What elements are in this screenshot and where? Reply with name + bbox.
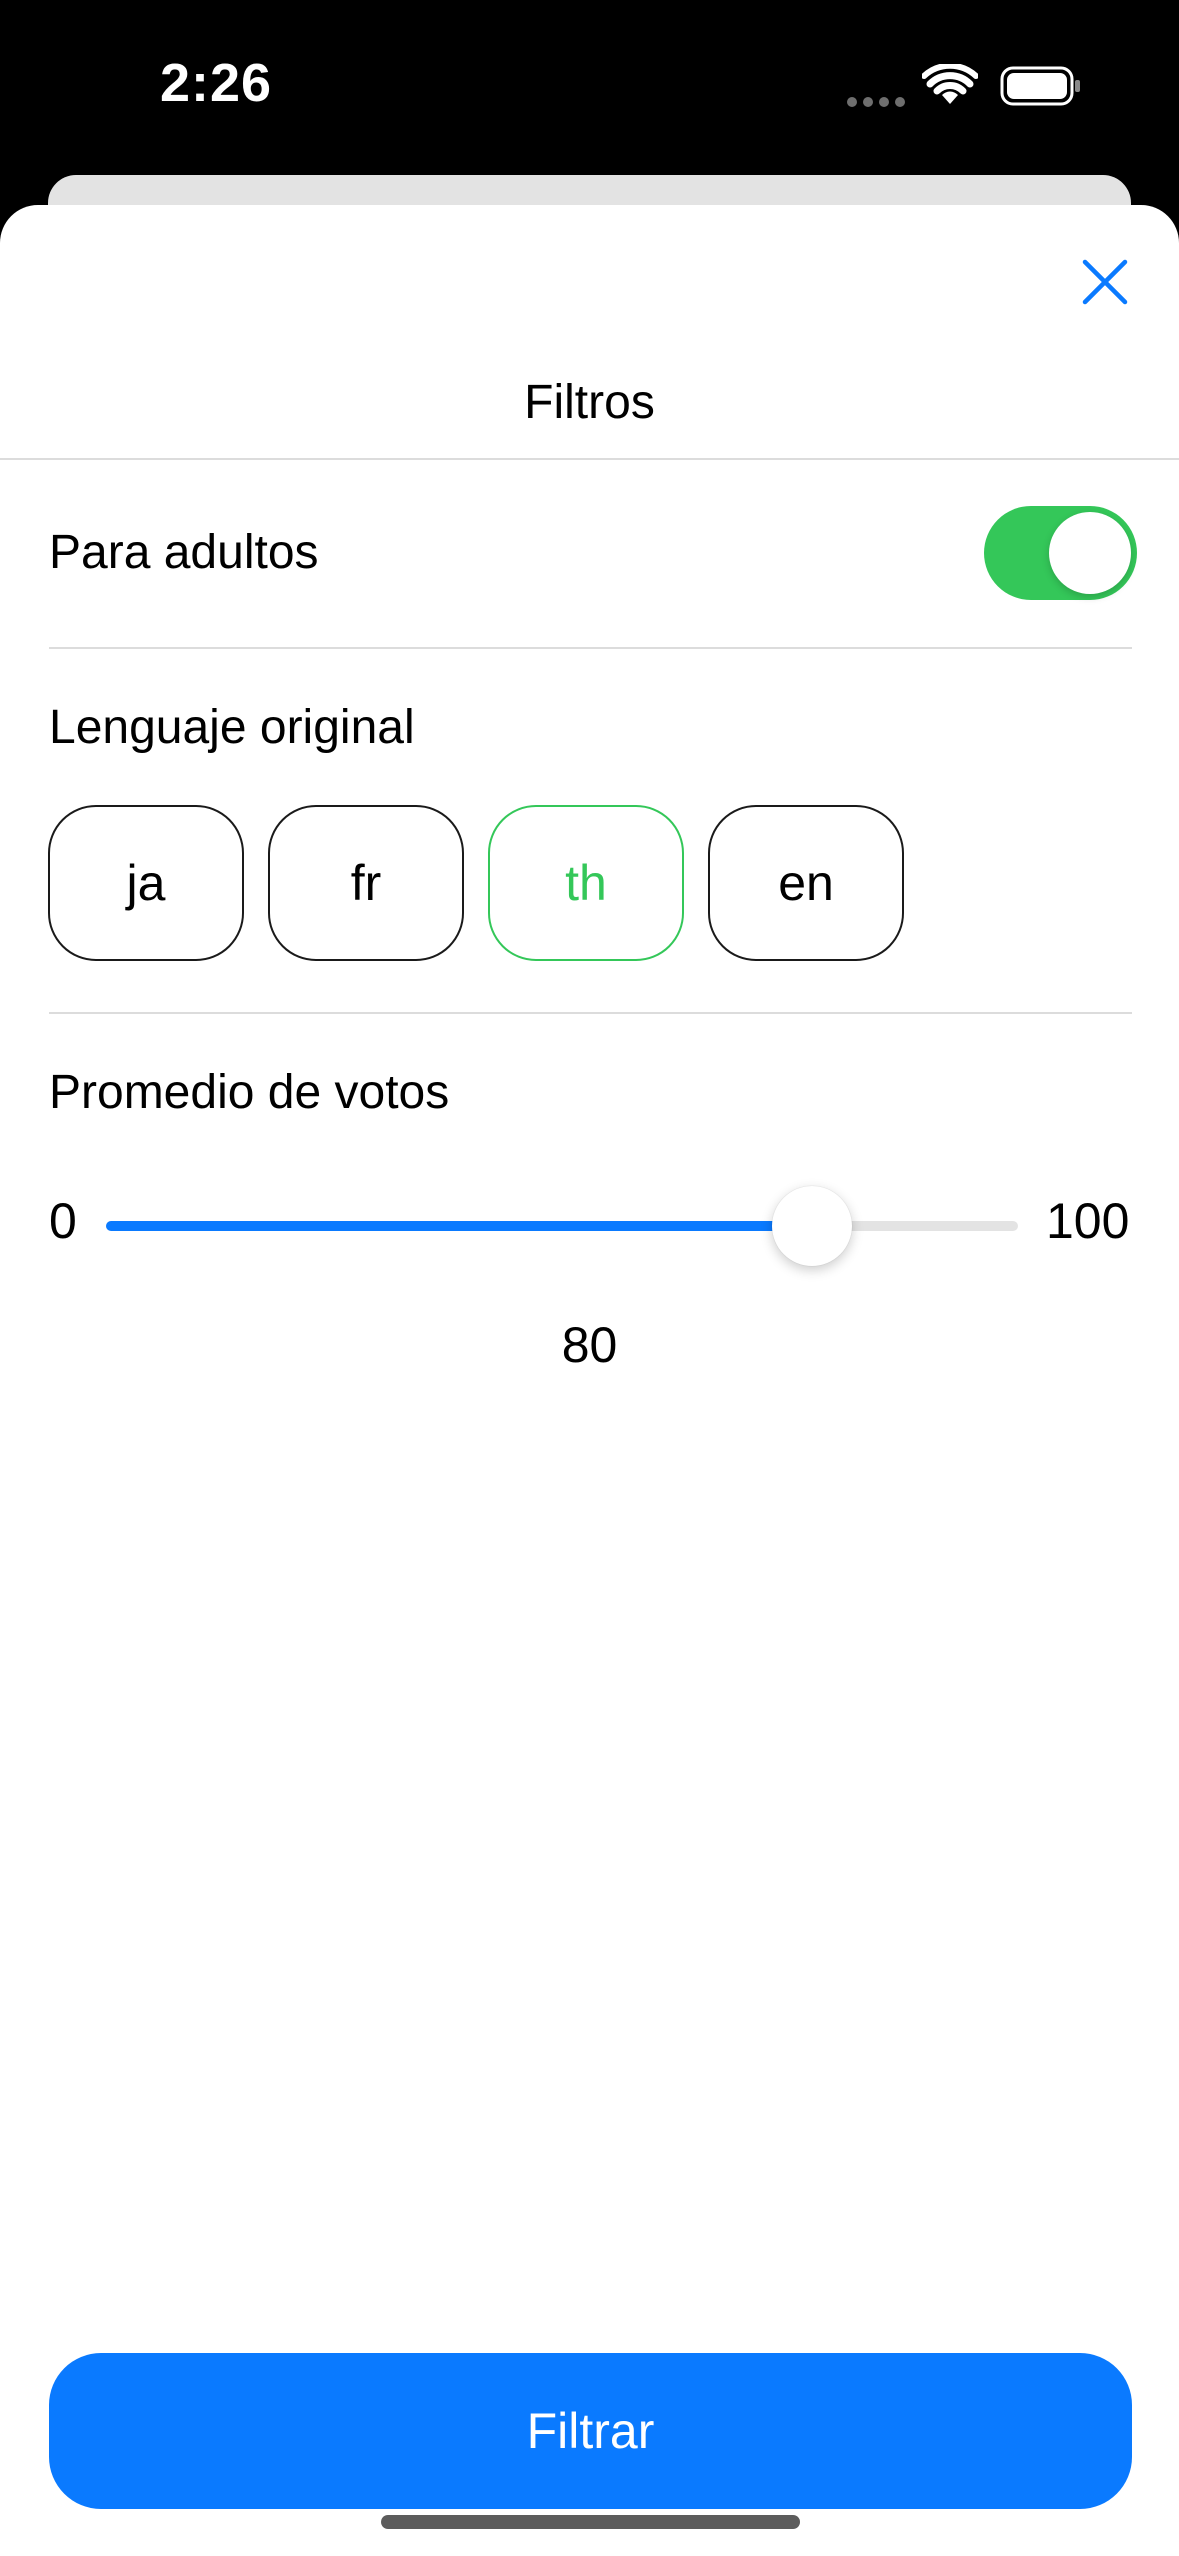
status-time: 2:26 [160,53,273,113]
language-chips: ja fr th en [48,805,904,965]
filters-sheet: Filtros Para adultos Lenguaje original j… [0,205,1179,2556]
language-chip-th[interactable]: th [488,805,684,961]
title-divider [0,458,1179,460]
language-chip-fr[interactable]: fr [268,805,464,961]
language-chip-ja[interactable]: ja [48,805,244,961]
slider-min-label: 0 [49,1193,77,1249]
vote-filter-label: Promedio de votos [49,1066,450,1119]
home-indicator [381,2515,800,2529]
language-filter-label: Lenguaje original [49,701,415,754]
vote-average-slider[interactable] [106,1186,1018,1266]
toggle-knob [1049,512,1131,594]
section-divider [49,1012,1132,1014]
language-chip-en[interactable]: en [708,805,904,961]
status-bar: 2:26 [0,0,1179,175]
cellular-dots-icon [847,97,905,107]
slider-thumb[interactable] [771,1186,852,1266]
close-icon[interactable] [1078,255,1132,309]
sheet-title: Filtros [524,376,655,429]
battery-icon [1000,66,1080,106]
slider-fill [106,1221,812,1231]
adult-filter-toggle[interactable] [984,506,1137,600]
wifi-icon [922,64,978,104]
slider-value: 80 [561,1317,618,1373]
filter-button[interactable]: Filtrar [49,2353,1132,2509]
section-divider [49,647,1132,649]
adult-filter-label: Para adultos [49,526,319,579]
slider-max-label: 100 [1046,1193,1130,1249]
